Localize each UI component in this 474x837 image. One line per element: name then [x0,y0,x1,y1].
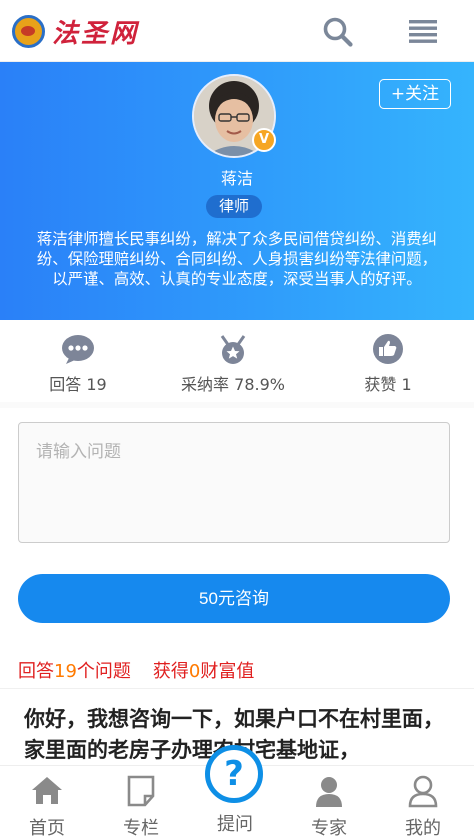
question-input[interactable] [18,422,450,543]
chat-bubble-icon [62,335,94,364]
nav-home[interactable]: 首页 [0,766,94,837]
menu-icon[interactable] [407,17,439,45]
search-icon[interactable] [322,16,354,48]
answers-suffix: 个问题 [76,661,131,682]
question-mark-icon: ? [224,754,244,794]
consult-button[interactable]: 50元咨询 [18,574,450,623]
nav-ask-label: 提问 [217,814,253,835]
nav-column-label: 专栏 [123,818,159,837]
stat-answers: 回答 19 [18,334,138,395]
nav-experts-label: 专家 [311,818,347,837]
top-header: 法圣网 [0,0,474,62]
wealth-suffix: 财富值 [200,661,255,682]
answer-summary: 回答19个问题 获得0财富值 [18,657,254,683]
column-page-icon [127,775,155,807]
user-profile-icon [408,775,438,808]
stats-row: 回答 19 采纳率 78.9% 获赞 1 [0,334,474,394]
stat-likes-value: 1 [401,375,412,394]
lawyer-name: 蒋洁 [220,169,253,188]
lawyer-profile-page: 法圣网 +关注 V 蒋洁 律师 蒋洁律师擅长民事纠纷，解决了众多民间借贷纠纷、消… [0,0,474,837]
lawyer-intro: 蒋洁律师擅长民事纠纷，解决了众多民间借贷纠纷、消费纠纷、保险理赔纠纷、合同纠纷、… [36,230,438,288]
medal-icon [220,335,246,364]
thumbs-up-icon [373,334,403,364]
stat-likes: 获赞 1 [328,334,448,395]
home-icon [32,777,62,804]
site-logo[interactable]: 法圣网 [12,14,140,49]
nav-experts[interactable]: 专家 [282,766,376,837]
stat-answers-value: 19 [86,375,107,394]
stat-likes-label: 获赞 [364,375,397,394]
follow-button[interactable]: +关注 [379,79,451,109]
expert-person-icon [316,777,342,807]
lawyer-title-badge: 律师 [206,195,262,218]
logo-emblem-icon [12,14,45,48]
stat-answers-label: 回答 [49,375,82,394]
answers-prefix: 回答 [18,661,54,682]
section-divider [0,402,474,408]
nav-column[interactable]: 专栏 [94,766,188,837]
nav-mine[interactable]: 我的 [376,766,470,837]
nav-mine-label: 我的 [405,818,441,837]
logo-text: 法圣网 [52,18,140,49]
summary-divider [0,688,474,689]
stat-adoption-value: 78.9% [234,375,285,394]
answers-count: 19 [54,661,77,682]
profile-banner: +关注 V 蒋洁 律师 蒋洁律师擅长民事纠纷，解决了众多民间借贷纠纷、消费纠纷、… [0,62,474,320]
ask-fab[interactable]: ? [205,745,263,803]
verified-badge: V [252,128,276,152]
wealth-count: 0 [188,661,201,682]
wealth-prefix: 获得 [152,661,189,682]
nav-home-label: 首页 [29,818,65,837]
stat-adoption-rate: 采纳率 78.9% [173,334,293,395]
stat-adoption-label: 采纳率 [181,375,230,394]
